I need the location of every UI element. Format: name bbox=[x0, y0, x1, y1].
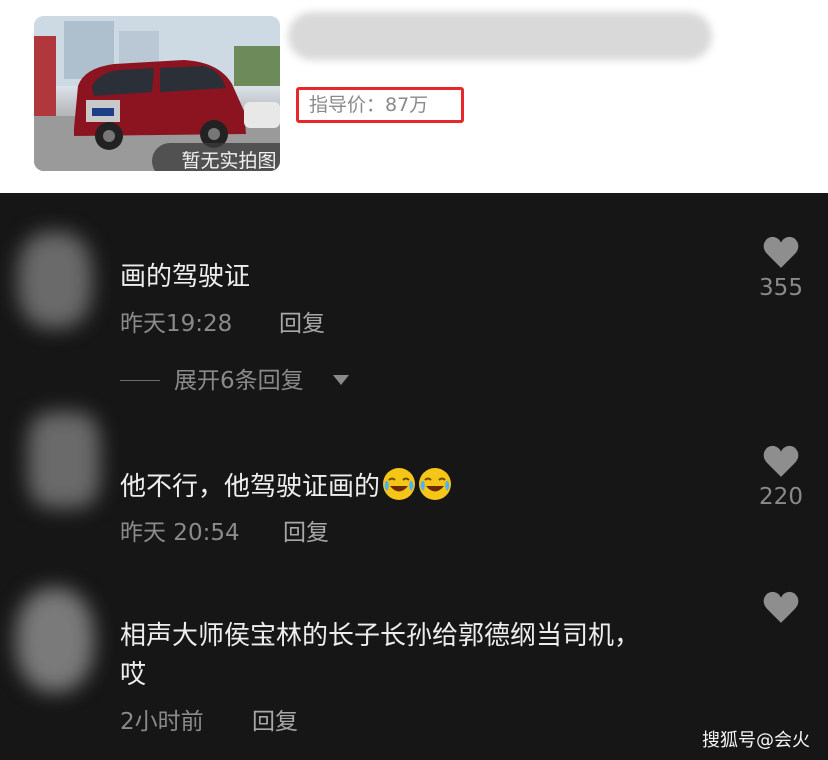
comment-time: 昨天19:28 bbox=[120, 311, 233, 337]
watermark: 搜狐号@会火 bbox=[702, 730, 810, 751]
heart-icon[interactable] bbox=[762, 234, 800, 270]
laughing-crying-emoji-icon bbox=[419, 468, 452, 500]
no-photo-badge: 暂无实拍图 bbox=[152, 143, 280, 171]
divider bbox=[120, 380, 160, 381]
comment-text: 相声大师侯宝林的长子长孙给郭德纲当司机， bbox=[120, 621, 641, 651]
car-info-card[interactable]: 暂无实拍图 指导价：87万 bbox=[0, 0, 828, 193]
comment-time: 2小时前 bbox=[120, 709, 204, 735]
like-count: 355 bbox=[759, 275, 803, 301]
avatar[interactable] bbox=[16, 588, 94, 692]
guide-price: 指导价：87万 bbox=[296, 87, 464, 123]
heart-icon[interactable] bbox=[762, 443, 800, 479]
expand-replies-button[interactable]: 展开6条回复 bbox=[174, 366, 304, 396]
comment-time: 昨天 20:54 bbox=[120, 520, 240, 546]
comment-text-content: 他不行，他驾驶证画的 bbox=[120, 472, 381, 502]
license-plate bbox=[92, 108, 114, 116]
reply-button[interactable]: 回复 bbox=[279, 309, 325, 339]
reply-button[interactable]: 回复 bbox=[283, 518, 329, 548]
avatar[interactable] bbox=[18, 232, 92, 328]
laughing-crying-emoji-icon bbox=[383, 468, 416, 500]
blurred-car-title bbox=[288, 12, 712, 60]
comment-text-line2: 哎 bbox=[120, 660, 147, 690]
comment-text: 他不行，他驾驶证画的 bbox=[120, 467, 452, 506]
reply-button[interactable]: 回复 bbox=[252, 707, 298, 737]
car-photo[interactable]: 暂无实拍图 bbox=[34, 16, 280, 171]
comment-text: 画的驾驶证 bbox=[120, 262, 251, 292]
like-count: 220 bbox=[759, 484, 803, 510]
avatar[interactable] bbox=[28, 412, 100, 508]
heart-icon[interactable] bbox=[762, 589, 800, 625]
caret-down-icon[interactable] bbox=[333, 375, 349, 385]
